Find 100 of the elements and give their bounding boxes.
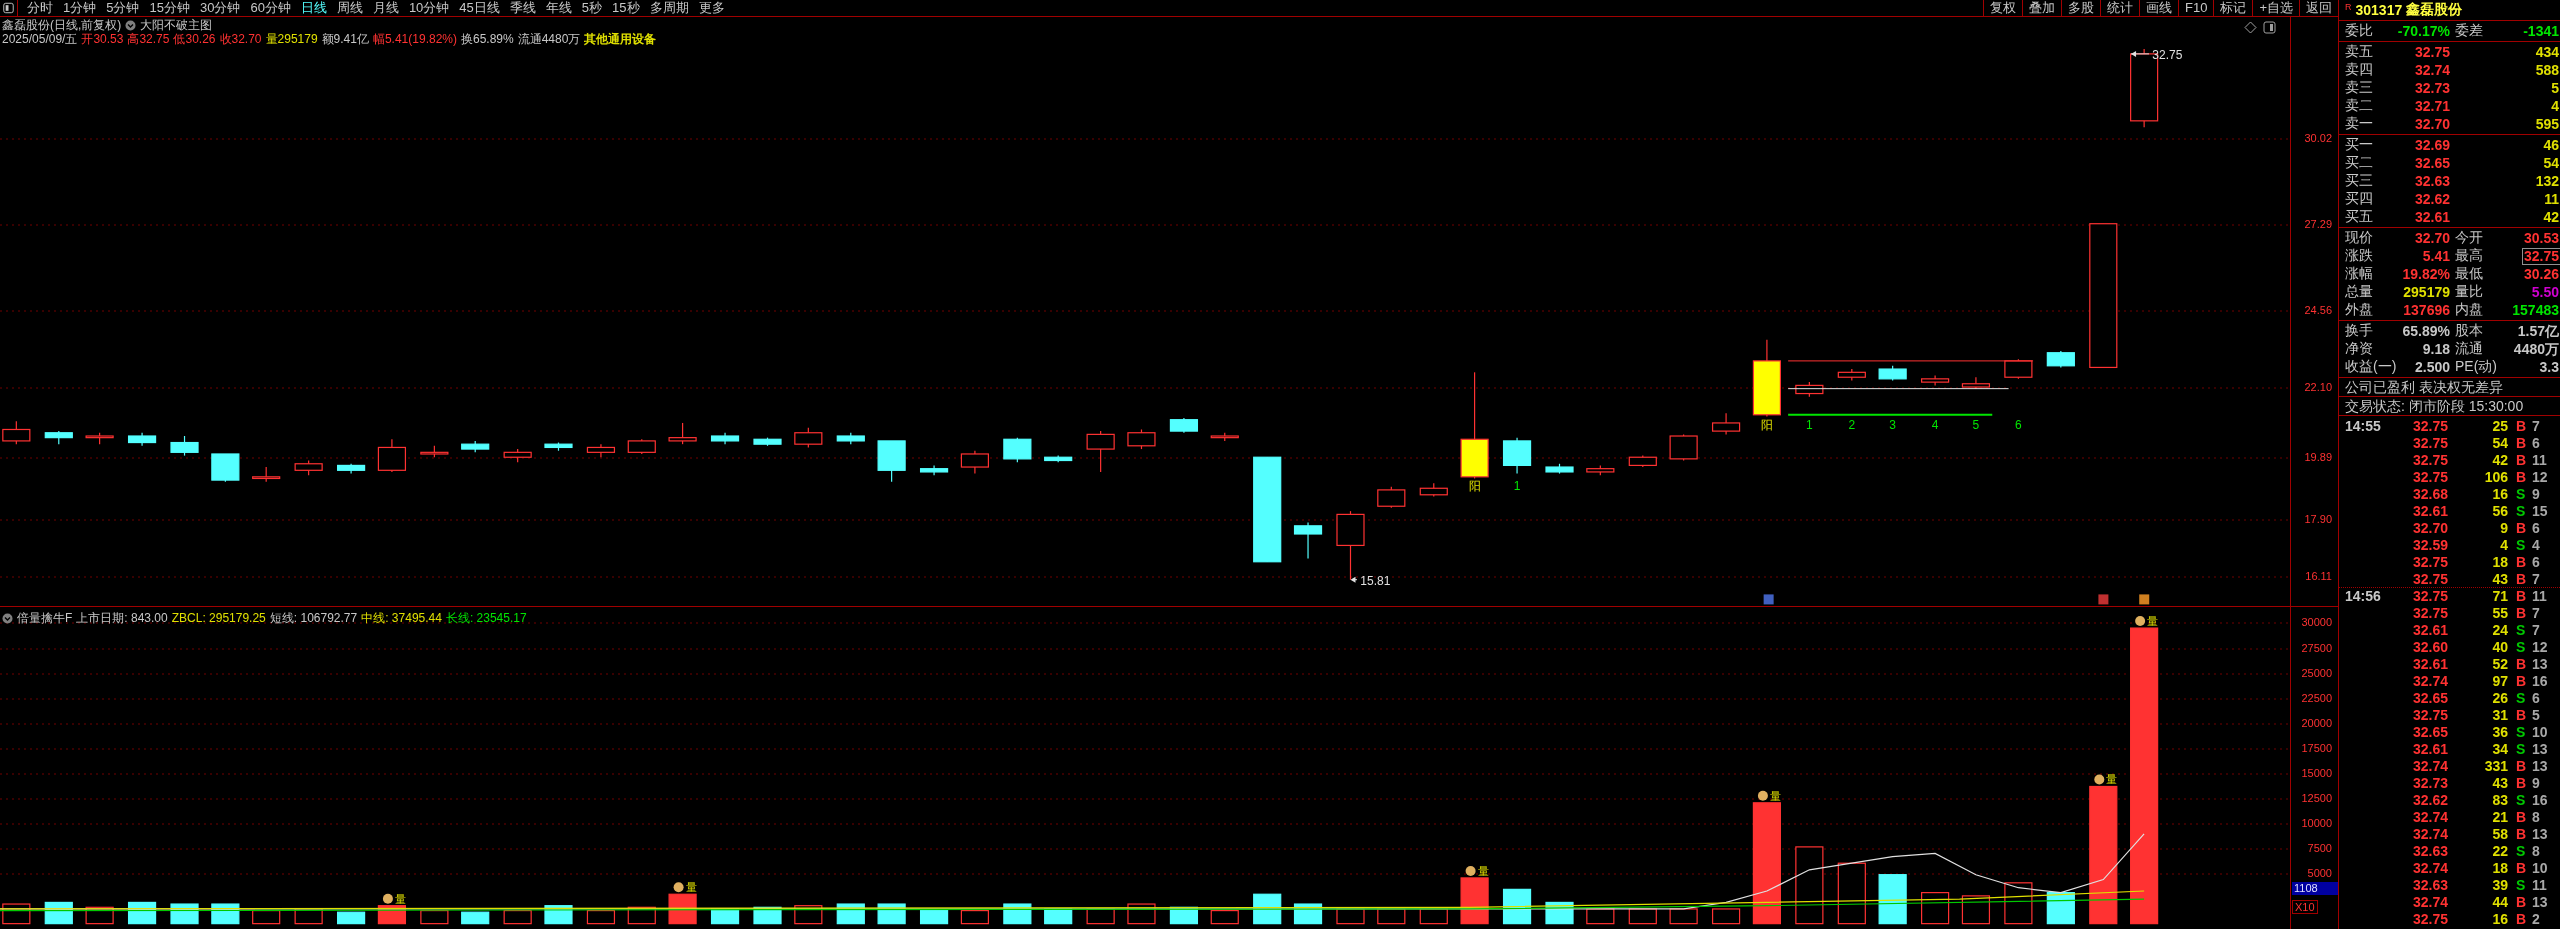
- candlestick: [420, 445, 449, 458]
- trade-count: 7: [2531, 417, 2541, 434]
- volume-mark: 量: [1477, 864, 1489, 877]
- indicator-name: 大阳不破主图: [140, 19, 213, 31]
- stock-name: 鑫磊股份: [2406, 1, 2463, 19]
- candlestick: [1502, 437, 1532, 475]
- trade-price: 32.61: [2412, 621, 2448, 638]
- candlestick: [1127, 428, 1156, 450]
- candlestick: [1003, 437, 1032, 463]
- trade-price: 32.75: [2412, 451, 2448, 468]
- candlestick: [1628, 455, 1657, 468]
- toolbar-button[interactable]: 叠加: [2022, 0, 2061, 16]
- trade-side: B: [2515, 825, 2528, 842]
- period-tab[interactable]: 10分钟: [403, 0, 455, 16]
- trade-side: S: [2515, 485, 2527, 502]
- candlestick: [1293, 521, 1323, 560]
- candlestick: [1795, 381, 1824, 398]
- trade-count: 6: [2531, 519, 2541, 536]
- period-tab[interactable]: 15秒: [607, 0, 645, 16]
- panel-toggle-icon[interactable]: [0, 0, 18, 16]
- period-tab[interactable]: 5秒: [576, 0, 608, 16]
- trade-price: 32.75: [2412, 588, 2448, 604]
- trade-side: S: [2515, 740, 2527, 757]
- candlestick: [1961, 376, 1991, 390]
- axis-label: 20000: [2301, 717, 2332, 730]
- quote-value: 3.3: [2538, 359, 2560, 375]
- period-tab[interactable]: 15分钟: [144, 0, 195, 16]
- candlestick: [85, 432, 114, 445]
- quote-value: 5.50: [2530, 284, 2560, 300]
- panel-toggle-icon[interactable]: [2263, 21, 2276, 34]
- trade-volume: 18: [2492, 553, 2508, 570]
- trade-side: B: [2515, 468, 2528, 485]
- period-tab[interactable]: 周线: [331, 0, 368, 16]
- period-tab[interactable]: 日线: [295, 0, 332, 16]
- period-tab[interactable]: 5分钟: [101, 0, 145, 16]
- axis-label: 17500: [2301, 742, 2332, 755]
- trade-price: 32.75: [2412, 417, 2448, 434]
- candlestick: [2046, 350, 2075, 369]
- candlestick: [1086, 430, 1115, 473]
- toolbar-button[interactable]: F10: [2178, 0, 2214, 16]
- trade-side: B: [2515, 808, 2528, 825]
- trade-volume: 331: [2484, 757, 2508, 774]
- candlestick: [627, 438, 656, 455]
- period-tab[interactable]: 多周期: [644, 0, 694, 16]
- quote-value: 295179: [2402, 284, 2451, 300]
- volume-mark: 量: [2106, 773, 2118, 786]
- period-tab[interactable]: 更多: [693, 0, 730, 16]
- quote-value: 19.82%: [2401, 266, 2451, 282]
- bid-price: 32.62: [2413, 191, 2451, 207]
- trade-time: 14:56: [2345, 588, 2382, 604]
- trade-volume: 22: [2492, 842, 2508, 859]
- quote-label: 买三: [2345, 172, 2374, 190]
- period-tab[interactable]: 30分钟: [194, 0, 246, 16]
- quote-field: 流通4480万: [517, 33, 581, 45]
- diamond-icon[interactable]: [2244, 21, 2257, 34]
- toolbar-button[interactable]: 统计: [2100, 0, 2139, 16]
- period-tab[interactable]: 45日线: [454, 0, 505, 16]
- period-tab[interactable]: 分时: [22, 0, 58, 16]
- chart-title: 鑫磊股份(日线,前复权): [2, 19, 122, 31]
- volume-bar: [1921, 892, 1950, 925]
- trade-volume: 71: [2492, 588, 2508, 604]
- toolbar-button[interactable]: 画线: [2139, 0, 2178, 16]
- period-tab[interactable]: 月线: [367, 0, 404, 16]
- dropdown-icon[interactable]: [2, 612, 13, 624]
- volume-readout: 1108: [2292, 882, 2338, 895]
- quote-label: 收益(一): [2345, 358, 2398, 376]
- toolbar-button[interactable]: 返回: [2299, 0, 2338, 16]
- trade-count: 13: [2531, 825, 2549, 842]
- period-tab[interactable]: 60分钟: [245, 0, 296, 16]
- trade-price: 32.74: [2412, 808, 2448, 825]
- bid-volume: 42: [2542, 209, 2560, 225]
- ask-price: 32.74: [2413, 62, 2451, 78]
- axis-label: 10000: [2301, 817, 2332, 830]
- trade-volume: 106: [2484, 468, 2508, 485]
- toolbar-button[interactable]: 复权: [1983, 0, 2022, 16]
- trade-price: 32.63: [2412, 842, 2448, 859]
- trade-count: 12: [2531, 468, 2549, 485]
- chart-annotation: 1: [1806, 418, 1813, 433]
- trade-count: 13: [2531, 655, 2549, 672]
- quote-label: 卖三: [2345, 79, 2374, 97]
- candlestick: [920, 464, 949, 476]
- quote-label: 卖二: [2345, 97, 2374, 115]
- toolbar-button[interactable]: 标记: [2213, 0, 2253, 16]
- volume-bar: [1502, 888, 1532, 925]
- toolbar-button[interactable]: +自选: [2252, 0, 2299, 16]
- volume-bar: [544, 905, 573, 925]
- quote-label: PE(动): [2454, 358, 2495, 376]
- trade-price: 32.59: [2412, 536, 2448, 553]
- period-tab[interactable]: 年线: [540, 0, 577, 16]
- toolbar-button[interactable]: 多股: [2061, 0, 2100, 16]
- trade-side: S: [2515, 791, 2527, 808]
- indicator-value: ZBCL: 295179.25: [171, 612, 266, 624]
- ask-volume: 4: [2550, 98, 2560, 114]
- period-tab[interactable]: 季线: [504, 0, 541, 16]
- ask-volume: 588: [2534, 62, 2560, 78]
- trade-side: B: [2515, 672, 2528, 689]
- trade-side: B: [2515, 570, 2528, 587]
- dropdown-icon[interactable]: [125, 19, 137, 31]
- period-tab[interactable]: 1分钟: [58, 0, 102, 16]
- trade-count: 9: [2531, 774, 2541, 791]
